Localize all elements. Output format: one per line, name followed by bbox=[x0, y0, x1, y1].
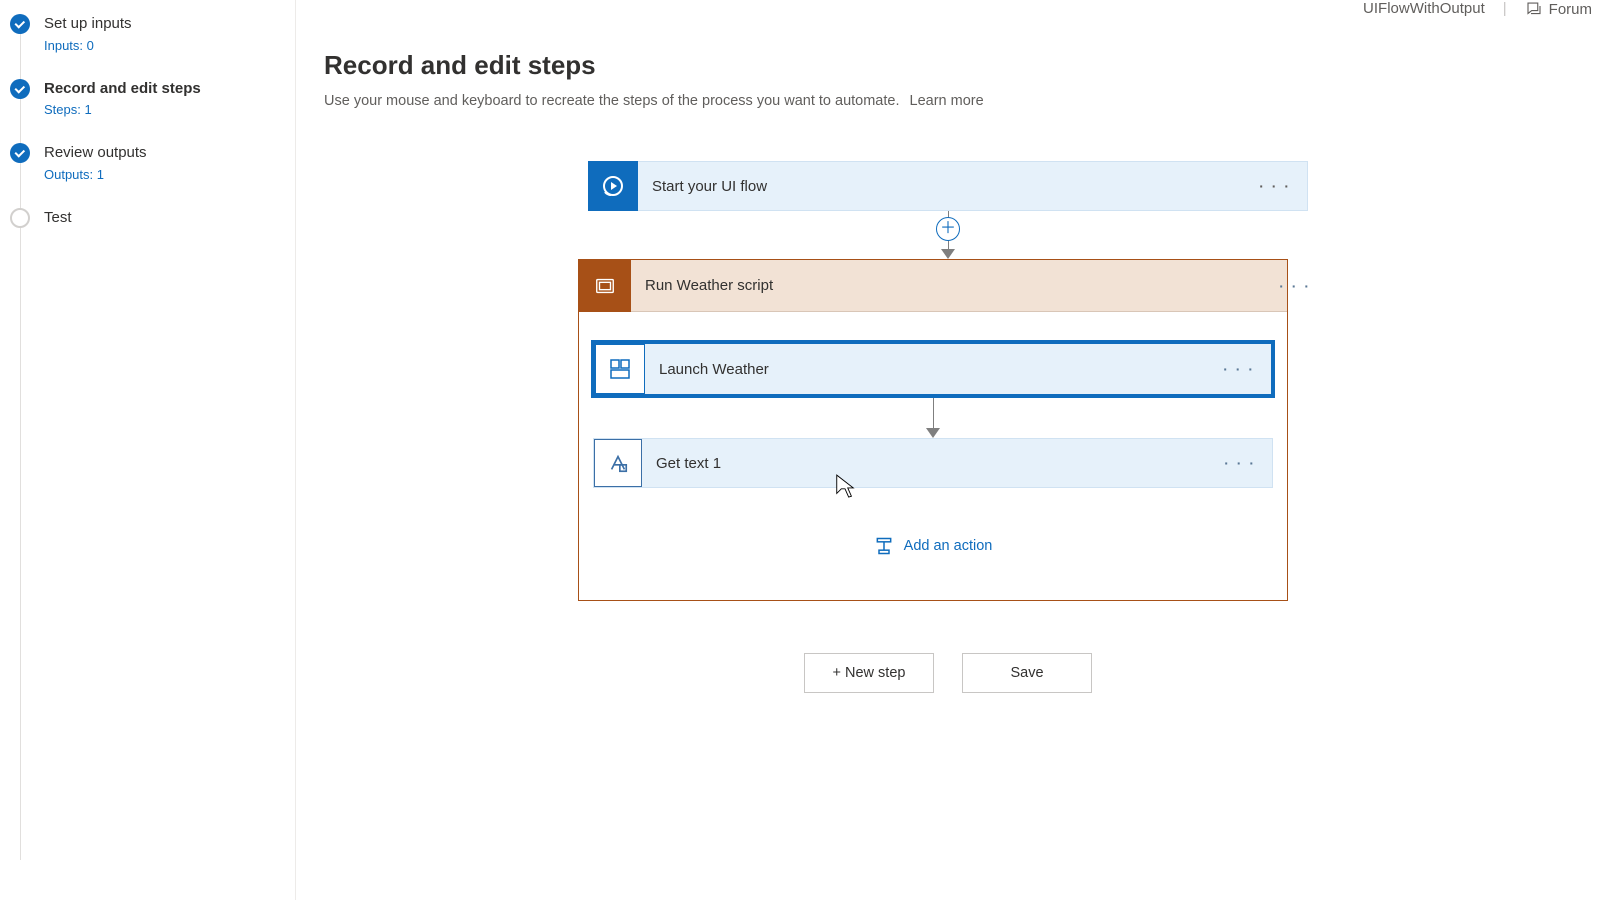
wizard-step-title: Review outputs bbox=[44, 143, 147, 163]
connector bbox=[591, 398, 1275, 438]
check-icon bbox=[10, 143, 30, 163]
learn-more-link[interactable]: Learn more bbox=[910, 93, 984, 109]
connector: ＋ bbox=[588, 211, 1308, 259]
flow-canvas: Start your UI flow · · · ＋ Run Weather s… bbox=[588, 161, 1308, 693]
action-get-text-1[interactable]: Get text 1 · · · bbox=[593, 438, 1273, 488]
more-menu[interactable]: · · · bbox=[1207, 361, 1271, 377]
new-step-button[interactable]: + New step bbox=[804, 653, 934, 693]
wizard-step-test[interactable]: Test bbox=[10, 208, 295, 228]
action-label: Get text 1 bbox=[642, 455, 721, 472]
add-an-action-label: Add an action bbox=[904, 538, 993, 554]
scope-header-label: Run Weather script bbox=[631, 277, 773, 294]
action-launch-weather-selection: Launch Weather · · · bbox=[591, 340, 1275, 398]
add-an-action-link[interactable]: Add an action bbox=[591, 536, 1275, 556]
scope-header[interactable]: Run Weather script · · · bbox=[579, 260, 1287, 312]
wizard-step-inputs[interactable]: Set up inputs Inputs: 0 bbox=[10, 14, 295, 53]
wizard-sidebar: Set up inputs Inputs: 0 Record and edit … bbox=[0, 0, 296, 900]
wizard-step-title: Set up inputs bbox=[44, 14, 132, 34]
get-text-icon bbox=[594, 439, 642, 487]
check-icon bbox=[10, 79, 30, 99]
app-launch-icon bbox=[595, 344, 645, 394]
page-subtitle-text: Use your mouse and keyboard to recreate … bbox=[324, 93, 900, 109]
circle-icon bbox=[10, 208, 30, 228]
action-launch-weather[interactable]: Launch Weather · · · bbox=[594, 343, 1272, 395]
start-flow-label: Start your UI flow bbox=[638, 178, 767, 195]
more-menu[interactable]: · · · bbox=[1243, 178, 1307, 194]
wizard-step-title: Test bbox=[44, 208, 72, 228]
save-button[interactable]: Save bbox=[962, 653, 1092, 693]
wizard-step-title: Record and edit steps bbox=[44, 79, 201, 99]
page-subtitle: Use your mouse and keyboard to recreate … bbox=[324, 93, 1572, 109]
add-action-icon bbox=[874, 536, 894, 556]
more-menu[interactable]: · · · bbox=[1208, 455, 1272, 471]
wizard-step-subtitle: Outputs: 1 bbox=[44, 167, 147, 182]
more-menu[interactable]: · · · bbox=[1273, 272, 1317, 300]
wizard-step-record[interactable]: Record and edit steps Steps: 1 bbox=[10, 79, 295, 118]
check-icon bbox=[10, 14, 30, 34]
scope-run-weather-script: Run Weather script · · · Launch Weather … bbox=[578, 259, 1288, 601]
play-icon bbox=[588, 161, 638, 211]
page-title: Record and edit steps bbox=[324, 50, 1572, 81]
action-label: Launch Weather bbox=[645, 361, 769, 378]
insert-step-button[interactable]: ＋ bbox=[936, 217, 960, 241]
script-icon bbox=[579, 260, 631, 312]
start-flow-card[interactable]: Start your UI flow · · · bbox=[588, 161, 1308, 211]
wizard-step-subtitle: Inputs: 0 bbox=[44, 38, 132, 53]
wizard-step-subtitle: Steps: 1 bbox=[44, 102, 201, 117]
wizard-step-outputs[interactable]: Review outputs Outputs: 1 bbox=[10, 143, 295, 182]
